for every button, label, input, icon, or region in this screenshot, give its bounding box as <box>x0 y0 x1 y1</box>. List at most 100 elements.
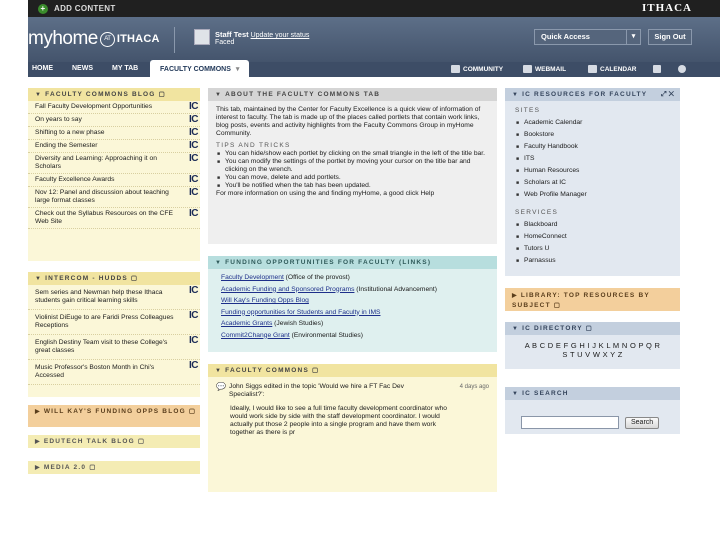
list-item[interactable]: Scholars at IC <box>515 177 670 189</box>
portlet-header[interactable]: ▼ INTERCOM - HUDDS ▢ <box>28 272 200 285</box>
blog-item-title[interactable]: Fall Faculty Development Opportunities <box>35 103 152 110</box>
funding-link[interactable]: Faculty Development <box>221 274 284 281</box>
site-link[interactable]: Scholars at IC <box>524 179 566 186</box>
portlet-header[interactable]: ▶ LIBRARY: TOP RESOURCES BY SUBJECT ▢ <box>505 288 680 311</box>
letters-row-1[interactable]: A B C D E F G H I J K L M N O P Q R <box>509 341 676 350</box>
search-button[interactable]: Search <box>625 416 660 429</box>
collapse-triangle-icon[interactable]: ▼ <box>215 92 222 98</box>
service-link[interactable]: Parnassus <box>524 257 556 264</box>
service-link[interactable]: HomeConnect <box>524 233 567 240</box>
portlet-header[interactable]: ▼ IC RESOURCES FOR FACULTY ⤢ ✕ <box>505 88 680 101</box>
funding-link[interactable]: Academic Grants <box>221 320 272 327</box>
blog-item-title[interactable]: Nov 12: Panel and discussion about teach… <box>35 189 169 204</box>
portlet-header[interactable]: ▼ ABOUT THE FACULTY COMMONS TAB <box>208 88 497 101</box>
rss-icon[interactable]: ▢ <box>131 275 138 282</box>
portlet-header[interactable]: ▼ IC DIRECTORY ▢ <box>505 322 680 335</box>
rss-icon[interactable]: ▢ <box>89 464 96 471</box>
portlet-header[interactable]: ▶ WILL KAY'S FUNDING OPPS BLOG ▢ <box>28 405 200 427</box>
expand-triangle-icon[interactable]: ▶ <box>35 409 41 415</box>
popout-icon[interactable]: ⤢ <box>661 91 667 98</box>
wrench-icon[interactable] <box>653 65 664 73</box>
tab-faculty-commons[interactable]: FACULTY COMMONS ▾ <box>150 60 250 77</box>
funding-link[interactable]: Academic Funding and Sponsored Programs <box>221 286 354 293</box>
close-icon[interactable]: ✕ <box>669 91 674 98</box>
rss-icon[interactable]: ▢ <box>312 367 319 374</box>
list-item[interactable]: Bookstore <box>515 129 670 141</box>
letters-row-2[interactable]: S T U V W X Y Z <box>509 350 676 359</box>
intercom-item-title[interactable]: Sem series and Newman help these Ithaca … <box>35 289 163 304</box>
blog-item-title[interactable]: Ending the Semester <box>35 142 97 149</box>
list-item[interactable]: ITS <box>515 153 670 165</box>
collapse-triangle-icon[interactable]: ▼ <box>512 391 519 397</box>
intercom-item-title[interactable]: English Destiny Team visit to these Coll… <box>35 339 167 354</box>
list-item[interactable]: Diversity and Learning: Approaching it o… <box>28 153 200 174</box>
list-item[interactable]: Academic Calendar <box>515 117 670 129</box>
list-item[interactable]: Music Professor's Boston Month in Chi's … <box>28 360 200 385</box>
list-item[interactable]: Violinist DiEuge to are Faridi Press Col… <box>28 310 200 335</box>
expand-triangle-icon[interactable]: ▶ <box>512 293 518 299</box>
service-link[interactable]: Blackboard <box>524 221 557 228</box>
portlet-header[interactable]: ▼ FACULTY COMMONS ▢ <box>208 364 497 377</box>
list-item[interactable]: Web Profile Manager <box>515 189 670 201</box>
funding-link[interactable]: Will Kay's Funding Opps Blog <box>221 297 309 304</box>
help-icon[interactable] <box>678 65 689 73</box>
expand-triangle-icon[interactable]: ▶ <box>35 439 41 445</box>
rss-icon[interactable]: ▢ <box>189 408 196 415</box>
list-item[interactable]: Parnassus <box>515 255 670 267</box>
site-link[interactable]: Academic Calendar <box>524 119 582 126</box>
list-item[interactable]: Fall Faculty Development Opportunities IC <box>28 101 200 114</box>
quick-access-dropdown[interactable]: Quick Access ▾ <box>534 29 641 45</box>
portlet-header[interactable]: ▼ FACULTY COMMONS BLOG ▢ <box>28 88 200 101</box>
site-link[interactable]: Faculty Handbook <box>524 143 578 150</box>
list-item[interactable]: On years to say IC <box>28 114 200 127</box>
site-link[interactable]: Web Profile Manager <box>524 191 587 198</box>
collapse-triangle-icon[interactable]: ▼ <box>35 276 42 282</box>
collapse-triangle-icon[interactable]: ▼ <box>512 326 519 332</box>
portlet-header[interactable]: ▼ FUNDING OPPORTUNITIES FOR FACULTY (LINK… <box>208 256 497 269</box>
list-item[interactable]: Faculty Excellence Awards IC <box>28 174 200 187</box>
list-item[interactable]: Tutors U <box>515 243 670 255</box>
blog-item-title[interactable]: Diversity and Learning: Approaching it o… <box>35 155 157 170</box>
rss-icon[interactable]: ▢ <box>554 302 561 309</box>
funding-link[interactable]: Commit2Change Grant <box>221 332 290 339</box>
tab-home[interactable]: HOME <box>32 65 53 72</box>
tab-news[interactable]: NEWS <box>72 65 93 72</box>
collapse-triangle-icon[interactable]: ▼ <box>215 260 222 266</box>
list-item[interactable]: English Destiny Team visit to these Coll… <box>28 335 200 360</box>
avatar[interactable] <box>194 29 210 45</box>
site-link[interactable]: Human Resources <box>524 167 579 174</box>
list-item[interactable]: Human Resources <box>515 165 670 177</box>
site-link[interactable]: Bookstore <box>524 131 554 138</box>
list-item[interactable]: Shifting to a new phase IC <box>28 127 200 140</box>
expand-triangle-icon[interactable]: ▶ <box>35 465 41 471</box>
list-item[interactable]: HomeConnect <box>515 231 670 243</box>
nav-calendar[interactable]: CALENDAR <box>588 65 636 73</box>
list-item[interactable]: Blackboard <box>515 219 670 231</box>
blog-item-title[interactable]: Check out the Syllabus Resources on the … <box>35 210 173 225</box>
myhome-logo[interactable]: myhome AT ITHACA <box>28 28 160 50</box>
comment-title[interactable]: John Siggs edited in the topic 'Would we… <box>229 383 434 399</box>
sign-out-button[interactable]: Sign Out <box>648 29 692 45</box>
rss-icon[interactable]: ▢ <box>138 438 145 445</box>
intercom-item-title[interactable]: Music Professor's Boston Month in Chi's … <box>35 364 154 379</box>
tab-my-tab[interactable]: MY TAB <box>112 65 138 72</box>
nav-webmail[interactable]: WEBMAIL <box>523 65 566 73</box>
collapse-triangle-icon[interactable]: ▼ <box>35 92 42 98</box>
service-link[interactable]: Tutors U <box>524 245 549 252</box>
nav-community[interactable]: COMMUNITY <box>451 65 503 73</box>
portlet-header[interactable]: ▶ MEDIA 2.0 ▢ <box>28 461 200 474</box>
blog-item-title[interactable]: On years to say <box>35 116 82 123</box>
rss-icon[interactable]: ▢ <box>159 91 166 98</box>
collapse-triangle-icon[interactable]: ▼ <box>215 368 222 374</box>
search-input[interactable] <box>521 416 619 429</box>
funding-link[interactable]: Funding opportunities for Students and F… <box>221 309 380 316</box>
update-status-link[interactable]: Update your status <box>251 32 310 39</box>
blog-item-title[interactable]: Shifting to a new phase <box>35 129 105 136</box>
site-link[interactable]: ITS <box>524 155 534 162</box>
portlet-header[interactable]: ▼ IC SEARCH <box>505 387 680 400</box>
list-item[interactable]: Ending the Semester IC <box>28 140 200 153</box>
collapse-triangle-icon[interactable]: ▼ <box>512 92 519 98</box>
portlet-header[interactable]: ▶ EDUTECH TALK BLOG ▢ <box>28 435 200 448</box>
rss-icon[interactable]: ▢ <box>586 325 593 332</box>
list-item[interactable]: Sem series and Newman help these Ithaca … <box>28 285 200 310</box>
